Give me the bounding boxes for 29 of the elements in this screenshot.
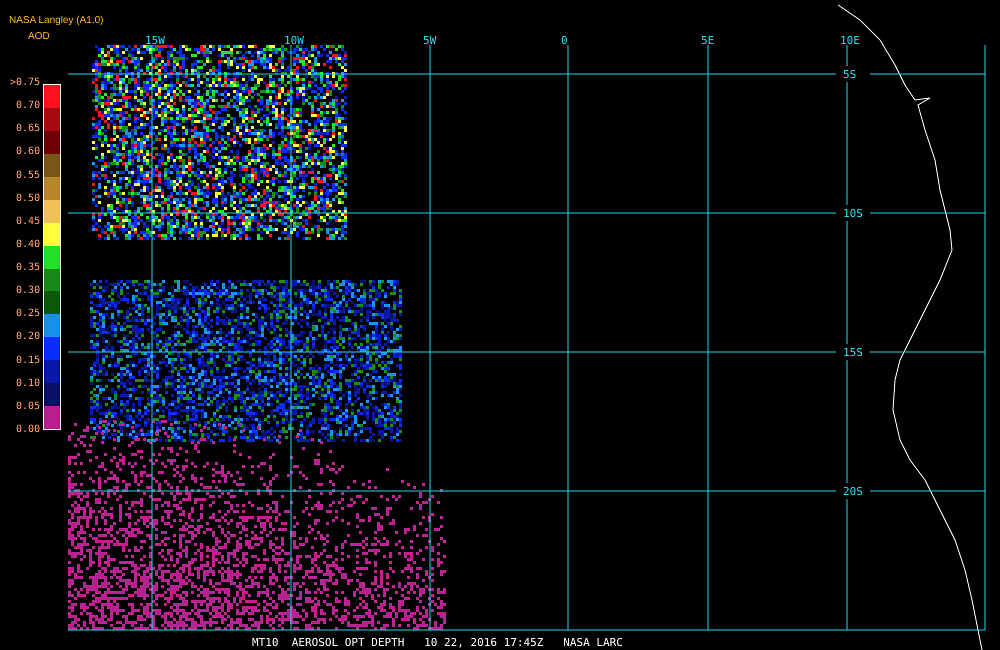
- legend-label: 0.05: [16, 402, 40, 412]
- longitude-label: 5W: [423, 34, 436, 47]
- legend-label: 0.55: [16, 170, 40, 180]
- map-caption: MT10 AEROSOL OPT DEPTH 10 22, 2016 17:45Z NASA LARC: [252, 636, 623, 649]
- legend-label: 0.40: [16, 240, 40, 250]
- legend-label: 0.65: [16, 124, 40, 134]
- latitude-label: 5S: [843, 68, 856, 81]
- longitude-label: 15W: [145, 34, 165, 47]
- legend-label: 0.25: [16, 309, 40, 320]
- legend-label: 0.70: [16, 101, 40, 112]
- legend-unit: AOD: [28, 32, 50, 42]
- longitude-label: 10W: [284, 34, 304, 47]
- product-title: NASA Langley (A1.0): [9, 16, 104, 26]
- legend-label: 0.30: [16, 286, 40, 296]
- legend-label: 0.10: [16, 378, 40, 389]
- legend-label: 0.00: [16, 424, 40, 435]
- longitude-label: 5E: [701, 34, 714, 47]
- legend-label: 0.35: [16, 263, 40, 273]
- longitude-label: 10E: [840, 34, 860, 47]
- latitude-label: 10S: [843, 207, 863, 220]
- legend-label: 0.20: [16, 332, 40, 342]
- longitude-label: 0: [561, 34, 568, 47]
- legend-label: 0.15: [16, 356, 40, 366]
- latitude-label: 15S: [843, 346, 863, 359]
- legend-label: 0.45: [16, 216, 40, 227]
- legend-label: >0.75: [10, 78, 40, 88]
- legend-label: 0.60: [16, 147, 40, 158]
- legend-label: 0.50: [16, 194, 40, 204]
- latitude-label: 20S: [843, 485, 863, 498]
